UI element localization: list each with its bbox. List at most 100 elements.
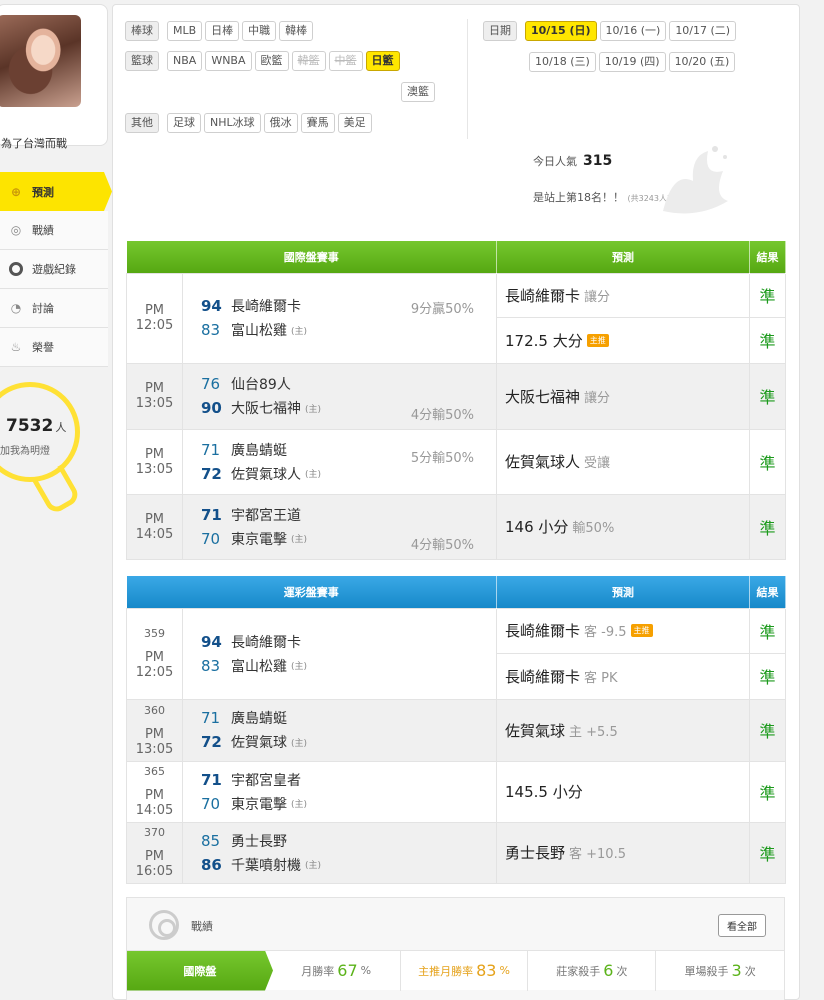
- matchup-cell: 76 仙台89人 90 大阪七福神 (主) 4分輸50%: [182, 362, 497, 430]
- result-mark: 準: [759, 668, 776, 687]
- team-name[interactable]: 富山松雞: [231, 656, 287, 676]
- team-name[interactable]: 富山松雞: [231, 320, 287, 340]
- filter-baseball-0[interactable]: MLB: [167, 21, 203, 41]
- filter-other-3[interactable]: 賽馬: [300, 113, 335, 133]
- prediction-main: 146 小分: [505, 518, 569, 536]
- team-name[interactable]: 宇都宮皇者: [231, 770, 301, 790]
- intl-header-match: 國際盤賽事: [126, 241, 497, 273]
- sidebar-item-label: 戰績: [32, 224, 54, 237]
- avatar[interactable]: [0, 15, 81, 107]
- filter-baseball-3[interactable]: 韓棒: [279, 21, 314, 41]
- result-cell: 準準: [749, 272, 786, 364]
- team-score: 71: [201, 770, 222, 789]
- filter-baseball-2[interactable]: 中職: [242, 21, 277, 41]
- game-time-cell: PM 13:05: [126, 428, 183, 495]
- divider: [467, 19, 468, 139]
- result-mark: 準: [750, 609, 785, 654]
- prediction-sub: 客 -9.5: [584, 625, 627, 640]
- game-time-cell: PM 12:05: [126, 272, 183, 364]
- team-name[interactable]: 大阪七福神: [231, 398, 301, 418]
- filter-basketball-2[interactable]: 歐籃: [254, 51, 289, 71]
- lottery-games-table: 運彩盤賽事 預測 結果 359 PM 12:05 94 長崎維爾卡 83 富山松雞 (主) 長…: [126, 576, 786, 884]
- game-time: PM 14:05: [135, 788, 174, 818]
- team-name[interactable]: 廣島蜻蜓: [231, 440, 287, 460]
- result-mark: 準: [759, 722, 776, 741]
- prediction-cell: 長崎維爾卡客 -9.5 主推 長崎維爾卡客 PK: [496, 607, 750, 700]
- sidebar-item-3[interactable]: ◔ 討論: [0, 289, 108, 328]
- main-panel: 棒球 MLB 日棒 中職 韓棒 籃球 NBA WNBA 歐籃 韓籃 中籃 日籃 澳籃 其他 足球 NHL冰…: [112, 4, 800, 1000]
- team-line: 71 宇都宮皇者: [201, 768, 496, 792]
- target-icon: ⊕: [10, 184, 22, 199]
- sidebar-item-2[interactable]: 遊戲紀錄: [0, 250, 108, 289]
- filter-date-2[interactable]: 10/17 (二): [669, 21, 737, 41]
- team-score: 85: [201, 831, 221, 850]
- sidebar-item-0[interactable]: ⊕ 預測: [0, 172, 112, 211]
- record-panel: 戰績 看全部 國際盤 月勝率 67% 主推月勝率 83% 莊家殺手 6 次單場殺手 3 次: [126, 897, 785, 1000]
- game-time: PM 16:05: [135, 849, 174, 879]
- sidebar-item-4[interactable]: ♨ 榮譽: [0, 328, 108, 367]
- filter-date-3[interactable]: 10/18 (三): [529, 52, 596, 72]
- team-score: 71: [201, 440, 221, 459]
- filter-basketball-0[interactable]: NBA: [167, 51, 203, 71]
- follow-link[interactable]: 加我為明燈: [0, 442, 50, 457]
- team-name[interactable]: 仙台89人: [231, 374, 291, 394]
- filter-basketball-4[interactable]: 中籃: [328, 51, 363, 71]
- filter-baseball-label: 棒球: [125, 21, 159, 41]
- game-id: 359: [144, 627, 165, 640]
- prediction-main: 172.5 大分: [505, 331, 583, 350]
- filter-date-0[interactable]: 10/15 (日): [525, 21, 597, 41]
- prediction: 長崎維爾卡客 PK: [497, 654, 749, 699]
- matchup-cell: 94 長崎維爾卡 83 富山松雞 (主): [182, 607, 497, 700]
- game-time: PM 13:05: [135, 446, 174, 477]
- filter-basketball-5[interactable]: 日籃: [365, 51, 400, 71]
- filter-other-1[interactable]: NHL冰球: [204, 113, 261, 133]
- filter-other-2[interactable]: 俄冰: [263, 113, 298, 133]
- team-name[interactable]: 千葉噴射機: [231, 855, 301, 875]
- matchup-cell: 71 廣島蜻蜓 72 佐賀氣球 (主): [182, 698, 497, 762]
- team-name[interactable]: 廣島蜻蜓: [231, 708, 287, 728]
- game-id: 360: [144, 703, 165, 717]
- filter-date-5[interactable]: 10/20 (五): [668, 52, 736, 72]
- featured-badge: 主推: [586, 333, 609, 347]
- matchup-cell: 85 勇士長野 86 千葉噴射機 (主): [182, 821, 497, 884]
- matchup-cell: 71 廣島蜻蜓 72 佐賀氣球人 (主) 5分輸50%: [182, 428, 497, 495]
- team-name[interactable]: 長崎維爾卡: [231, 296, 301, 316]
- filter-basketball-3[interactable]: 韓籃: [291, 51, 326, 71]
- team-name[interactable]: 佐賀氣球: [231, 732, 287, 752]
- team-score: 72: [201, 464, 222, 483]
- filter-baseball-1[interactable]: 日棒: [205, 21, 240, 41]
- filter-date-label: 日期: [483, 21, 517, 41]
- game-time: PM 14:05: [135, 511, 174, 542]
- home-marker: (主): [305, 404, 322, 415]
- intl-games-table: 國際盤賽事 預測 結果 PM 12:05 94 長崎維爾卡 83 富山松雞 (主) 9分贏5…: [126, 241, 786, 560]
- game-time: PM 13:05: [135, 726, 174, 757]
- team-name[interactable]: 宇都宮王道: [231, 505, 301, 525]
- game-id: 370: [144, 826, 165, 839]
- filter-date-4[interactable]: 10/19 (四): [598, 52, 666, 72]
- filter-other-4[interactable]: 美足: [337, 113, 372, 133]
- sidebar-item-1[interactable]: ◎ 戰績: [0, 211, 108, 250]
- result-mark: 準: [759, 783, 776, 803]
- filter-other-0[interactable]: 足球: [167, 113, 201, 133]
- team-score: 83: [201, 656, 221, 675]
- prediction-main: 勇士長野: [505, 844, 566, 862]
- result-cell: 準: [749, 428, 786, 495]
- team-name[interactable]: 東京電擊: [231, 529, 287, 549]
- prediction-cell: 大阪七福神 讓分: [496, 362, 750, 430]
- game-row: 359 PM 12:05 94 長崎維爾卡 83 富山松雞 (主) 長崎維爾卡客 -9.5 主推…: [126, 607, 786, 700]
- team-name[interactable]: 佐賀氣球人: [231, 464, 301, 484]
- prediction-main: 145.5 小分: [505, 783, 583, 801]
- prediction-cell: 145.5 小分: [496, 760, 750, 823]
- result-mark: 準: [759, 453, 776, 473]
- filter-basketball-1[interactable]: WNBA: [205, 51, 252, 71]
- see-all-button[interactable]: 看全部: [718, 914, 766, 937]
- result-cell: 準: [749, 362, 786, 430]
- filter-date-1[interactable]: 10/16 (一): [599, 21, 667, 41]
- prediction-sub: 客 +10.5: [569, 847, 626, 862]
- filter-basketball-6[interactable]: 澳籃: [401, 82, 435, 102]
- team-name[interactable]: 長崎維爾卡: [231, 632, 301, 652]
- team-name[interactable]: 東京電擊: [231, 794, 287, 814]
- record-category-tab[interactable]: 國際盤: [127, 950, 273, 991]
- filter-other: 其他 足球 NHL冰球 俄冰 賽馬 美足: [125, 113, 375, 133]
- team-name[interactable]: 勇士長野: [231, 831, 287, 851]
